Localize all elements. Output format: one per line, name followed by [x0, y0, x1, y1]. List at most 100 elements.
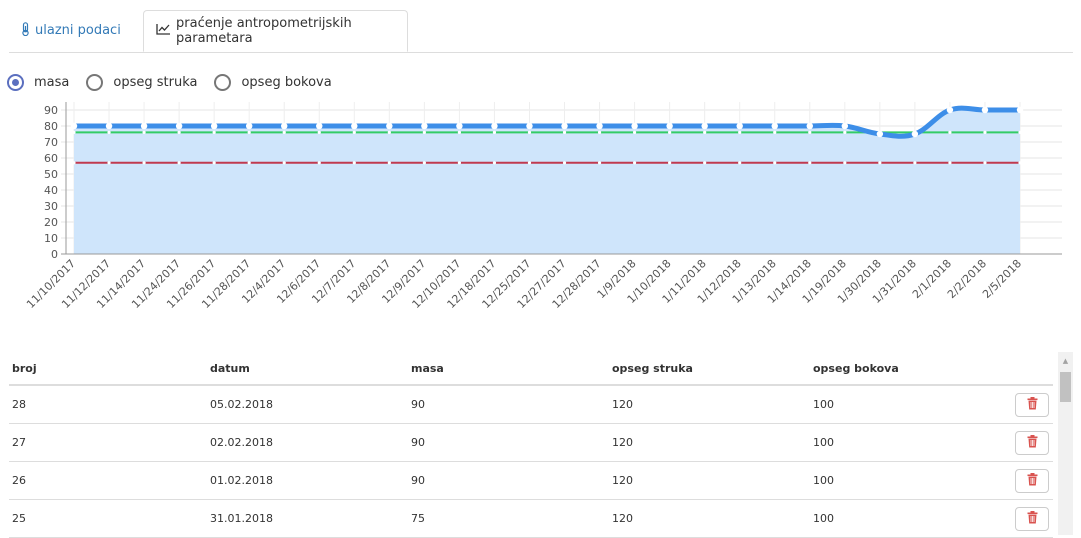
data-point — [177, 161, 181, 165]
data-point — [317, 130, 321, 134]
data-point — [771, 122, 778, 130]
data-point — [948, 161, 952, 165]
data-point — [878, 161, 882, 165]
data-point — [913, 161, 917, 165]
y-tick-label: 10 — [44, 232, 58, 245]
table-scrollbar[interactable]: ▲ — [1058, 352, 1073, 535]
data-point — [142, 161, 146, 165]
data-point — [422, 161, 426, 165]
table-row: 27 02.02.2018 90 120 100 — [9, 424, 1053, 462]
data-point — [387, 161, 391, 165]
cell-opseg-bokova: 100 — [813, 474, 834, 487]
radio-button[interactable] — [86, 73, 104, 91]
data-point — [983, 130, 987, 134]
data-point — [492, 130, 497, 134]
scroll-thumb[interactable] — [1060, 372, 1071, 402]
table-header: broj datum masa opseg struka opseg bokov… — [9, 352, 1053, 386]
data-point — [773, 161, 777, 165]
data-point — [911, 130, 919, 138]
data-point — [701, 122, 708, 130]
radio-button[interactable] — [7, 73, 24, 91]
cell-opseg-bokova: 100 — [813, 512, 834, 525]
table-row: 28 05.02.2018 90 120 100 — [9, 386, 1053, 424]
y-tick-label: 90 — [44, 104, 58, 117]
data-point — [210, 122, 218, 130]
data-point — [562, 130, 567, 134]
cell-datum: 01.02.2018 — [210, 474, 273, 487]
data-point — [631, 122, 638, 130]
cell-datum: 31.01.2018 — [210, 512, 273, 525]
cell-opseg-bokova: 100 — [813, 398, 834, 411]
tab-bar: ulazni podaci praćenje antropometrijskih… — [9, 0, 1073, 53]
radio-label: masa — [34, 74, 70, 90]
data-point — [457, 161, 462, 165]
delete-button[interactable] — [1015, 393, 1049, 417]
y-tick-label: 30 — [44, 200, 58, 213]
y-tick-label: 40 — [44, 184, 58, 197]
cell-opseg-struka: 120 — [612, 474, 633, 487]
radio-button[interactable] — [214, 73, 232, 91]
tab-pracenje-parametara[interactable]: praćenje antropometrijskih parametara — [143, 10, 408, 52]
radio-masa[interactable]: masa — [7, 73, 70, 91]
cell-masa: 90 — [411, 398, 425, 411]
tab-label: ulazni podaci — [35, 23, 121, 38]
header-opseg-struka: opseg struka — [612, 361, 693, 375]
table-row: 26 01.02.2018 90 120 100 — [9, 462, 1053, 500]
cell-opseg-struka: 120 — [612, 398, 633, 411]
data-point — [457, 130, 462, 134]
table-row: 25 31.01.2018 75 120 100 — [9, 500, 1053, 538]
data-point — [245, 122, 253, 130]
data-point — [177, 130, 181, 134]
measurement-chart: 010203040506070809011/10/201711/12/20171… — [24, 102, 1062, 311]
data-point — [597, 130, 602, 134]
line-chart-icon — [156, 23, 171, 39]
cell-broj: 28 — [12, 398, 26, 411]
data-point — [421, 122, 428, 130]
header-datum: datum — [210, 361, 250, 375]
data-point — [387, 130, 391, 134]
data-point — [422, 130, 426, 134]
cell-opseg-struka: 120 — [612, 512, 633, 525]
cell-broj: 26 — [12, 474, 26, 487]
delete-button[interactable] — [1015, 431, 1049, 455]
cell-masa: 90 — [411, 436, 425, 449]
header-opseg-bokova: opseg bokova — [813, 361, 899, 375]
cell-opseg-bokova: 100 — [813, 436, 834, 449]
data-point — [843, 161, 847, 165]
data-point — [1018, 161, 1022, 165]
data-point — [736, 122, 743, 130]
data-point — [983, 161, 987, 165]
tab-ulazni-podaci[interactable]: ulazni podaci — [9, 10, 129, 51]
y-tick-label: 60 — [44, 152, 58, 165]
cell-masa: 75 — [411, 512, 425, 525]
data-point — [703, 161, 707, 165]
data-point — [212, 161, 216, 165]
data-point — [107, 161, 111, 165]
delete-button[interactable] — [1015, 469, 1049, 493]
data-point — [561, 122, 568, 130]
data-point — [527, 130, 532, 134]
data-point — [386, 122, 393, 130]
scroll-up-icon[interactable]: ▲ — [1058, 352, 1073, 369]
header-masa: masa — [411, 361, 444, 375]
data-point — [738, 130, 742, 134]
x-tick-label: 2/5/2018 — [980, 257, 1024, 301]
delete-button[interactable] — [1015, 507, 1049, 531]
y-tick-label: 50 — [44, 168, 58, 181]
data-point — [666, 122, 673, 130]
data-point — [70, 122, 78, 130]
data-point — [352, 130, 356, 134]
masa-area — [74, 108, 1020, 254]
data-point — [841, 122, 849, 130]
data-point — [876, 130, 884, 138]
radio-opseg-struka[interactable]: opseg struka — [86, 73, 197, 91]
cell-datum: 05.02.2018 — [210, 398, 273, 411]
data-point — [316, 122, 323, 130]
cell-broj: 25 — [12, 512, 26, 525]
data-point — [282, 161, 286, 165]
data-point — [281, 122, 288, 130]
radio-opseg-bokova[interactable]: opseg bokova — [214, 73, 332, 91]
y-tick-label: 0 — [51, 248, 58, 261]
data-point — [773, 130, 777, 134]
parameter-radio-group: masa opseg struka opseg bokova — [7, 71, 349, 93]
